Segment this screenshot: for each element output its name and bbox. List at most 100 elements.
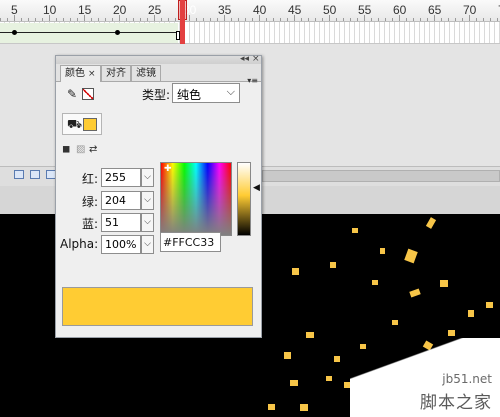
ruler-tick	[490, 18, 491, 21]
onion-skin-icon[interactable]	[14, 170, 24, 179]
red-dropdown-icon[interactable]: ⌵	[141, 168, 154, 187]
ruler-tick	[294, 15, 295, 21]
green-dropdown-icon[interactable]: ⌵	[141, 191, 154, 210]
ruler-tick	[224, 15, 225, 21]
stroke-color-swatch[interactable]	[82, 88, 94, 100]
ruler-tick	[126, 18, 127, 21]
slider-arrow-icon[interactable]: ◀	[253, 183, 260, 193]
close-icon[interactable]: ×	[252, 55, 260, 64]
color-preview	[62, 287, 253, 326]
keyframe-dot[interactable]	[12, 30, 17, 35]
fill-color-swatch[interactable]	[83, 118, 97, 131]
tab-close-icon[interactable]: ×	[88, 69, 96, 79]
frame-ruler[interactable]: 51015202530354045505560657075	[0, 0, 500, 22]
ruler-tick	[434, 15, 435, 21]
fill-color-control[interactable]: ⛟	[62, 113, 102, 135]
ruler-tick	[84, 15, 85, 21]
tab-label: 滤镜	[136, 68, 156, 79]
ruler-tick	[455, 18, 456, 21]
brightness-slider[interactable]	[237, 162, 251, 236]
ruler-tick	[119, 15, 120, 21]
ruler-tick	[497, 18, 498, 21]
confetti-piece	[392, 320, 398, 325]
timeline-scrollbar[interactable]	[262, 170, 500, 182]
ruler-tick	[441, 18, 442, 21]
confetti-piece	[486, 302, 493, 308]
ruler-tick	[357, 18, 358, 21]
chevron-down-icon: ⌵	[226, 85, 235, 98]
red-label: 红:	[81, 172, 98, 186]
green-input[interactable]: 204	[101, 191, 141, 210]
confetti-piece	[334, 356, 340, 362]
keyframe-dot[interactable]	[115, 30, 120, 35]
ruler-tick	[343, 18, 344, 21]
tab-filters[interactable]: 滤镜	[131, 65, 161, 81]
ruler-tick	[287, 18, 288, 21]
alpha-input[interactable]: 100%	[101, 235, 141, 254]
ruler-tick	[476, 18, 477, 21]
pencil-icon[interactable]: ✎	[67, 87, 77, 101]
tween-arrow	[0, 32, 115, 33]
red-input[interactable]: 255	[101, 168, 141, 187]
tab-label: 颜色	[65, 68, 85, 79]
ruler-tick	[77, 18, 78, 21]
confetti-piece	[292, 268, 299, 275]
tab-label: 对齐	[106, 68, 126, 79]
ruler-tick	[483, 18, 484, 21]
confetti-piece	[306, 332, 314, 338]
confetti-piece	[380, 248, 385, 254]
confetti-piece	[352, 228, 358, 233]
blue-input[interactable]: 51	[101, 213, 141, 232]
confetti-piece	[290, 380, 298, 386]
ruler-tick	[168, 18, 169, 21]
ruler-tick	[280, 18, 281, 21]
tab-align[interactable]: 对齐	[101, 65, 131, 81]
tab-color[interactable]: 颜色 ×	[60, 65, 101, 82]
ruler-tick	[259, 15, 260, 21]
ruler-tick	[210, 18, 211, 21]
no-color-icon[interactable]: ▨	[76, 144, 85, 155]
panel-titlebar[interactable]: ◂◂ ×	[56, 55, 261, 64]
confetti-piece	[409, 288, 421, 298]
confetti-piece	[326, 376, 332, 381]
ruler-tick	[154, 15, 155, 21]
ruler-tick	[98, 18, 99, 21]
ruler-tick	[238, 18, 239, 21]
ruler-tick	[42, 18, 43, 21]
watermark-text: 脚本之家	[420, 393, 492, 413]
playhead[interactable]	[180, 0, 185, 44]
ruler-tick	[28, 18, 29, 21]
onion-outline-icon[interactable]	[30, 170, 40, 179]
ruler-tick	[56, 18, 57, 21]
hex-input[interactable]: #FFCC33	[160, 232, 221, 252]
ruler-tick	[273, 18, 274, 21]
confetti-piece	[448, 330, 455, 336]
blue-dropdown-icon[interactable]: ⌵	[141, 213, 154, 232]
confetti-piece	[300, 404, 308, 411]
black-white-icon[interactable]: ◼	[62, 144, 70, 155]
blue-label: 蓝:	[81, 217, 98, 231]
ruler-tick	[217, 18, 218, 21]
alpha-dropdown-icon[interactable]: ⌵	[141, 235, 154, 254]
ruler-tick	[378, 18, 379, 21]
ruler-tick	[196, 18, 197, 21]
alpha-label: Alpha:	[60, 237, 99, 251]
ruler-tick	[203, 18, 204, 21]
ruler-tick	[350, 18, 351, 21]
panel-options-icon[interactable]: ▾≡	[247, 76, 258, 85]
ruler-tick	[469, 15, 470, 21]
ruler-tick	[189, 15, 190, 21]
ruler-tick	[385, 18, 386, 21]
color-spectrum[interactable]: ✚	[160, 162, 232, 236]
type-label: 类型:	[142, 88, 171, 102]
motion-tween-span[interactable]	[0, 23, 178, 43]
ruler-tick	[105, 18, 106, 21]
ruler-tick	[147, 18, 148, 21]
confetti-piece	[284, 352, 291, 359]
type-value: 纯色	[177, 88, 202, 102]
swap-colors-icon[interactable]: ⇄	[89, 144, 97, 155]
type-select[interactable]: 纯色 ⌵	[172, 83, 240, 103]
collapse-icon[interactable]: ◂◂	[240, 55, 249, 64]
ruler-tick	[399, 15, 400, 21]
ruler-tick	[413, 18, 414, 21]
